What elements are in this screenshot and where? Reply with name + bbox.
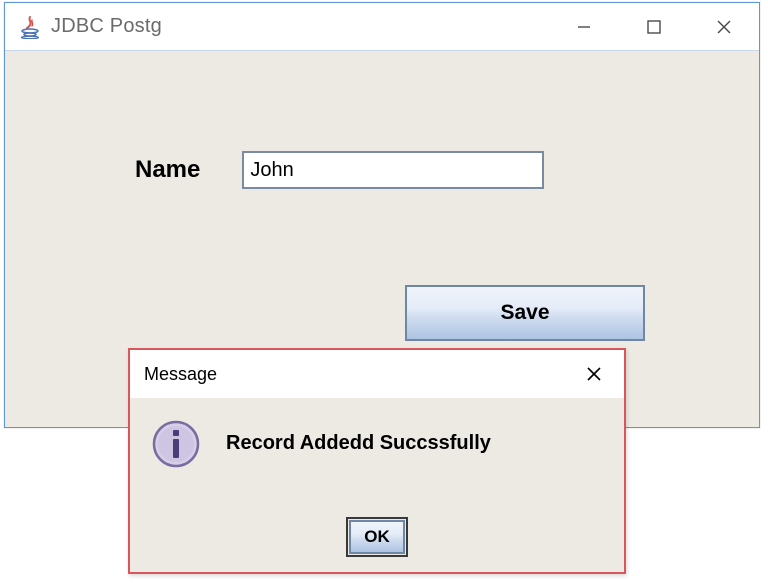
java-icon — [19, 15, 41, 39]
message-dialog: Message Record Addedd Succssfully OK — [128, 348, 626, 574]
window-title: JDBC Postg — [51, 15, 162, 38]
dialog-message: Record Addedd Succssfully — [226, 432, 491, 455]
dialog-close-button[interactable] — [564, 350, 624, 398]
save-button[interactable]: Save — [405, 285, 645, 341]
titlebar: JDBC Postg — [5, 3, 759, 51]
minimize-button[interactable] — [549, 3, 619, 51]
dialog-title: Message — [144, 364, 217, 385]
ok-button[interactable]: OK — [349, 520, 405, 554]
maximize-button[interactable] — [619, 3, 689, 51]
name-row: Name — [135, 151, 544, 189]
window-controls — [549, 3, 759, 51]
info-icon — [152, 420, 200, 468]
ok-button-label: OK — [364, 527, 390, 547]
name-label: Name — [135, 156, 200, 184]
save-button-label: Save — [500, 301, 549, 325]
name-input[interactable] — [242, 151, 544, 189]
dialog-content: Record Addedd Succssfully OK — [130, 398, 624, 572]
dialog-titlebar: Message — [130, 350, 624, 398]
close-button[interactable] — [689, 3, 759, 51]
